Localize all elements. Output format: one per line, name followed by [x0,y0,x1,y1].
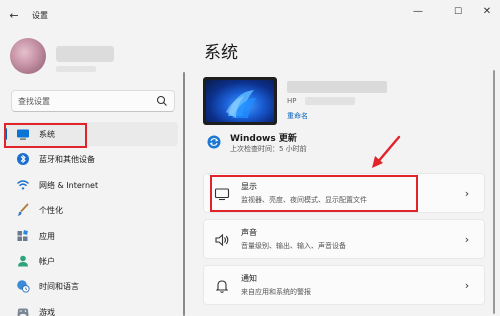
display-icon [214,188,230,201]
bell-icon [215,280,229,293]
monitor-icon [17,129,29,140]
active-indicator [4,128,7,140]
sidebar: 系统 蓝牙和其他设备 网络 & Internet 个性化 应用 [0,32,186,316]
card-title: 声音 [241,228,257,237]
account-icon [18,255,28,267]
windows-update-title[interactable]: Windows 更新 [230,131,297,144]
sidebar-item-personalization[interactable]: 个性化 [4,198,178,222]
card-subtitle: 来自应用和系统的警报 [241,288,311,296]
minimize-button[interactable]: — [407,4,429,20]
windows-bloom-icon [226,90,256,118]
card-title: 显示 [241,182,257,191]
apps-icon [17,230,28,241]
rename-link[interactable]: 重命名 [287,111,308,121]
card-subtitle: 监视器、亮度、夜间模式、显示配置文件 [241,196,367,204]
device-name-blurred [287,81,387,93]
sidebar-item-accounts[interactable]: 帐户 [4,249,178,273]
sidebar-item-label: 蓝牙和其他设备 [39,155,95,164]
sidebar-item-gaming[interactable]: 游戏 [4,300,178,316]
sidebar-item-label: 网络 & Internet [39,181,99,190]
sidebar-item-label: 个性化 [39,206,63,215]
close-button[interactable]: ✕ [476,4,498,20]
wallpaper-preview [206,80,274,122]
sidebar-item-time-language[interactable]: 时间和语言 [4,274,178,298]
sidebar-item-system[interactable]: 系统 [4,122,178,146]
search-box[interactable] [11,90,175,112]
chevron-right-icon: › [464,279,470,292]
chevron-right-icon: › [464,233,470,246]
search-icon[interactable] [156,95,168,107]
annotation-arrow [372,135,401,168]
sidebar-item-apps[interactable]: 应用 [4,224,178,248]
user-name-blurred [56,46,114,62]
sidebar-item-label: 系统 [39,130,55,139]
sidebar-scrollbar[interactable] [183,72,185,316]
sidebar-item-label: 时间和语言 [39,282,79,291]
settings-card-notifications[interactable]: 通知 来自应用和系统的警报 › [203,265,485,305]
user-email-blurred [56,66,96,72]
bluetooth-icon [17,153,29,165]
sidebar-item-label: 应用 [39,232,55,241]
settings-card-display[interactable]: 显示 监视器、亮度、夜间模式、显示配置文件 › [203,173,485,213]
title-bar: ← 设置 — ☐ ✕ [0,0,500,32]
game-icon [17,308,29,316]
sidebar-item-label: 帐户 [39,257,55,266]
chevron-right-icon: › [464,187,470,200]
sidebar-item-bluetooth[interactable]: 蓝牙和其他设备 [4,147,178,171]
brush-icon [17,203,29,216]
device-model-prefix: HP [287,97,297,105]
windows-update-subtitle: 上次检查时间：5 小时前 [230,145,307,153]
device-thumbnail [203,77,277,125]
card-subtitle: 音量级别、输出、输入、声音设备 [241,242,346,250]
search-input[interactable] [18,95,158,108]
sidebar-item-label: 游戏 [39,308,55,316]
windows-update-icon[interactable] [207,135,221,149]
main-scrollbar[interactable] [493,70,495,314]
wifi-icon [17,180,29,190]
globe-clock-icon [17,280,30,293]
page-title: 系统 [204,43,238,63]
maximize-button[interactable]: ☐ [447,4,469,20]
device-model-blurred [305,97,355,105]
app-title: 设置 [32,11,48,20]
sidebar-item-network[interactable]: 网络 & Internet [4,173,178,197]
card-title: 通知 [241,274,257,283]
back-arrow-icon[interactable]: ← [6,8,22,24]
speaker-icon [215,233,229,247]
settings-card-sound[interactable]: 声音 音量级别、输出、输入、声音设备 › [203,219,485,259]
avatar[interactable] [10,38,46,74]
